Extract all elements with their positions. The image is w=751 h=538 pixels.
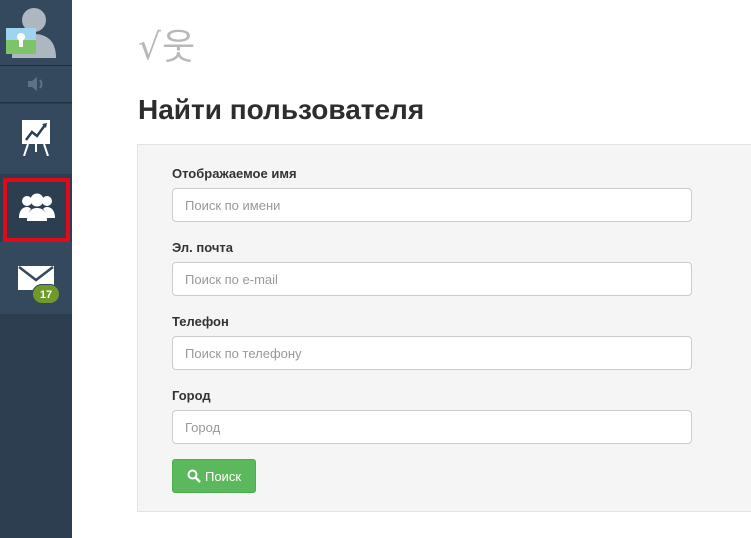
display-name-label: Отображаемое имя <box>172 166 297 181</box>
user-avatar[interactable] <box>0 0 72 65</box>
search-button[interactable]: Поиск <box>172 459 256 493</box>
chart-board-icon <box>22 120 50 156</box>
sound-toggle[interactable] <box>0 66 72 102</box>
unread-count-badge: 17 <box>32 284 60 304</box>
site-logo[interactable]: √웃 <box>138 18 196 70</box>
phone-label: Телефон <box>172 314 229 329</box>
sidebar-item-statistics[interactable] <box>0 104 72 174</box>
display-name-input[interactable] <box>172 188 692 222</box>
email-input[interactable] <box>172 262 692 296</box>
phone-input[interactable] <box>172 336 692 370</box>
sidebar-divider <box>0 102 72 103</box>
search-button-label: Поиск <box>204 468 242 484</box>
email-label: Эл. почта <box>172 240 234 255</box>
city-label: Город <box>172 388 211 403</box>
search-icon <box>187 469 201 483</box>
users-icon <box>19 193 55 221</box>
speaker-icon <box>28 77 43 91</box>
sidebar-item-messages[interactable]: 17 <box>0 242 72 314</box>
avatar-icon <box>6 8 56 58</box>
sidebar: 17 <box>0 0 72 538</box>
city-input[interactable] <box>172 410 692 444</box>
page-title: Найти пользователя <box>138 94 425 125</box>
search-form-panel: Отображаемое имя Эл. почта Телефон Город… <box>137 144 751 512</box>
sidebar-item-users[interactable] <box>3 178 70 242</box>
